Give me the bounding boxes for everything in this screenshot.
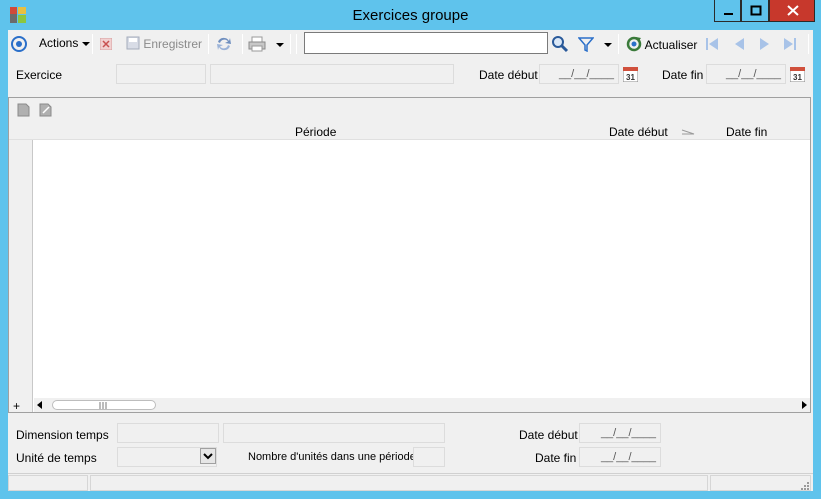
dimension-name-field[interactable] <box>223 423 445 443</box>
exercice-code-field[interactable] <box>116 64 206 84</box>
filter-dropdown-icon[interactable] <box>604 42 612 48</box>
edit-row-icon[interactable] <box>39 103 52 117</box>
calendar-icon: 31 <box>622 66 639 83</box>
delete-icon[interactable] <box>100 38 112 50</box>
bottom-date-debut-field[interactable]: __/__/____ <box>579 423 661 443</box>
toolbar-separator <box>290 34 291 54</box>
print-dropdown-icon[interactable] <box>276 42 284 48</box>
scrollbar-thumb[interactable] <box>52 400 156 410</box>
toolbar-separator <box>208 34 209 54</box>
maximize-button[interactable] <box>741 0 769 22</box>
status-bar <box>8 473 813 491</box>
search-icon[interactable] <box>551 35 569 53</box>
add-row-button[interactable]: + <box>13 399 20 413</box>
toolbar-separator <box>92 34 93 54</box>
title-bar[interactable]: Exercices groupe <box>0 0 821 30</box>
resize-grip-icon[interactable] <box>798 479 810 491</box>
dimension-code-field[interactable] <box>117 423 219 443</box>
grid-header: Période Date début Date fin <box>9 122 810 140</box>
refresh-button[interactable]: Actualiser <box>626 36 697 52</box>
save-label: Enregistrer <box>143 37 203 51</box>
refresh-label: Actualiser <box>644 38 698 52</box>
new-row-icon[interactable] <box>17 103 30 117</box>
sync-icon[interactable] <box>216 36 232 52</box>
search-input[interactable] <box>304 32 548 54</box>
exercice-label: Exercice <box>16 68 63 82</box>
maximize-icon <box>750 5 762 16</box>
filter-icon[interactable] <box>578 36 594 52</box>
scroll-right-icon[interactable] <box>800 401 808 409</box>
toolbar-separator <box>618 34 619 54</box>
column-header-periode[interactable]: Période <box>295 125 336 139</box>
status-cell <box>710 475 811 491</box>
unite-temps-label: Unité de temps <box>16 451 97 465</box>
date-debut-calendar-button[interactable]: 31 <box>622 66 639 83</box>
column-header-date-debut[interactable]: Date début <box>609 125 668 139</box>
next-record-icon[interactable] <box>758 37 772 51</box>
actions-menu[interactable]: Actions <box>39 36 90 50</box>
minimize-icon <box>724 13 733 15</box>
calendar-day: 31 <box>626 73 635 82</box>
bottom-date-fin-label: Date fin <box>535 451 577 465</box>
save-icon <box>126 36 140 50</box>
grip-icon <box>99 402 107 409</box>
date-fin-calendar-button[interactable]: 31 <box>789 66 806 83</box>
close-button[interactable] <box>769 0 815 22</box>
toolbar-separator <box>242 34 243 54</box>
row-selector-column: + <box>9 122 33 413</box>
chevron-down-icon <box>81 41 90 46</box>
client-area: Actions Enregistrer Actualiser Exercice … <box>8 30 813 491</box>
date-debut-field[interactable]: __/__/____ <box>539 64 619 84</box>
scroll-left-icon[interactable] <box>36 401 44 409</box>
sort-ascending-icon <box>681 129 695 135</box>
status-cell <box>90 475 708 491</box>
window-title: Exercices groupe <box>352 7 469 24</box>
date-fin-field[interactable]: __/__/____ <box>706 64 786 84</box>
toolbar: Actions Enregistrer Actualiser <box>8 30 813 58</box>
chevron-down-icon <box>203 453 213 460</box>
last-record-icon[interactable] <box>783 37 797 51</box>
calendar-icon: 31 <box>789 66 806 83</box>
options-circle-icon[interactable] <box>11 36 27 52</box>
periods-grid: + Période Date début Date fin <box>8 97 811 413</box>
first-record-icon[interactable] <box>705 37 719 51</box>
column-header-date-fin[interactable]: Date fin <box>726 125 767 139</box>
window: Exercices groupe Actions Enregistrer Act… <box>0 0 821 499</box>
print-icon[interactable] <box>248 36 266 52</box>
minimize-button[interactable] <box>714 0 741 22</box>
previous-record-icon[interactable] <box>732 37 746 51</box>
unite-temps-dropdown-button[interactable] <box>200 448 216 464</box>
grid-toolbar <box>9 98 810 122</box>
bottom-date-debut-label: Date début <box>519 428 578 442</box>
grid-body[interactable] <box>34 140 810 398</box>
status-cell <box>8 475 88 491</box>
close-icon <box>787 5 799 16</box>
exercice-name-field[interactable] <box>210 64 454 84</box>
actions-label: Actions <box>39 36 79 50</box>
units-count-label: Nombre d'unités dans une période <box>248 451 416 463</box>
units-count-field[interactable] <box>413 447 445 467</box>
date-fin-label: Date fin <box>662 68 704 82</box>
toolbar-separator <box>808 34 809 54</box>
calendar-day: 31 <box>793 73 802 82</box>
bottom-date-fin-field[interactable]: __/__/____ <box>579 447 661 467</box>
date-debut-label: Date début <box>479 68 538 82</box>
dimension-temps-label: Dimension temps <box>16 428 109 442</box>
toolbar-separator <box>296 34 297 54</box>
save-button[interactable]: Enregistrer <box>126 36 202 51</box>
horizontal-scrollbar[interactable] <box>34 398 810 412</box>
refresh-icon <box>626 36 642 52</box>
